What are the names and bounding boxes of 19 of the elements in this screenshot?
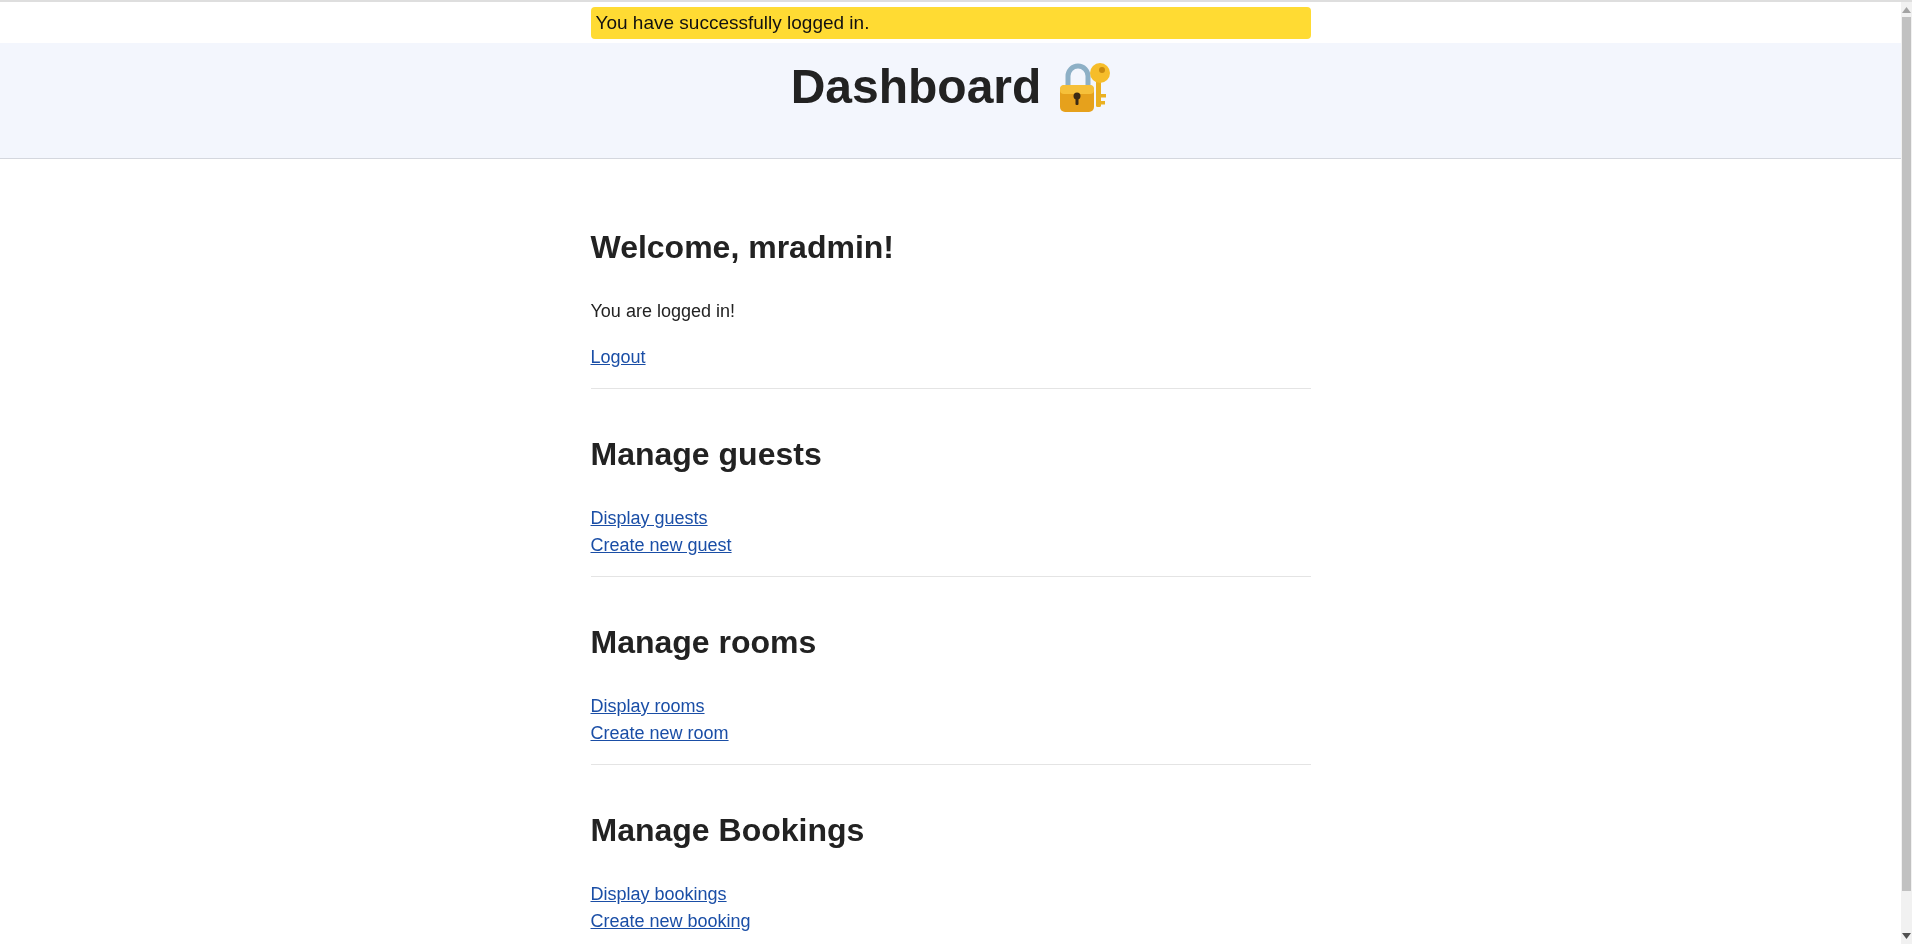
- success-banner: You have successfully logged in.: [590, 7, 1311, 39]
- section-heading: Manage Bookings: [590, 811, 866, 849]
- nav-link[interactable]: Create new booking: [590, 908, 751, 935]
- scroll-down-icon[interactable]: [1902, 933, 1911, 939]
- page-title: Dashboard: [790, 59, 1042, 114]
- nav-link[interactable]: Display bookings: [590, 881, 727, 908]
- nav-link[interactable]: Logout: [590, 344, 646, 371]
- nav-link[interactable]: Create new room: [590, 720, 729, 747]
- section-heading: Manage rooms: [590, 623, 818, 661]
- scrollbar-thumb[interactable]: [1902, 17, 1911, 891]
- nav-link[interactable]: Display guests: [590, 505, 708, 532]
- section-heading: Manage guests: [590, 435, 823, 473]
- nav-link[interactable]: Create new guest: [590, 532, 732, 559]
- scroll-up-icon[interactable]: [1902, 7, 1911, 13]
- scrollbar-track[interactable]: [1901, 2, 1912, 944]
- lock-with-key-icon: [1058, 60, 1111, 113]
- status-text: You are logged in!: [590, 300, 736, 323]
- section-heading: Welcome, mradmin!: [590, 228, 895, 266]
- nav-link[interactable]: Display rooms: [590, 693, 705, 720]
